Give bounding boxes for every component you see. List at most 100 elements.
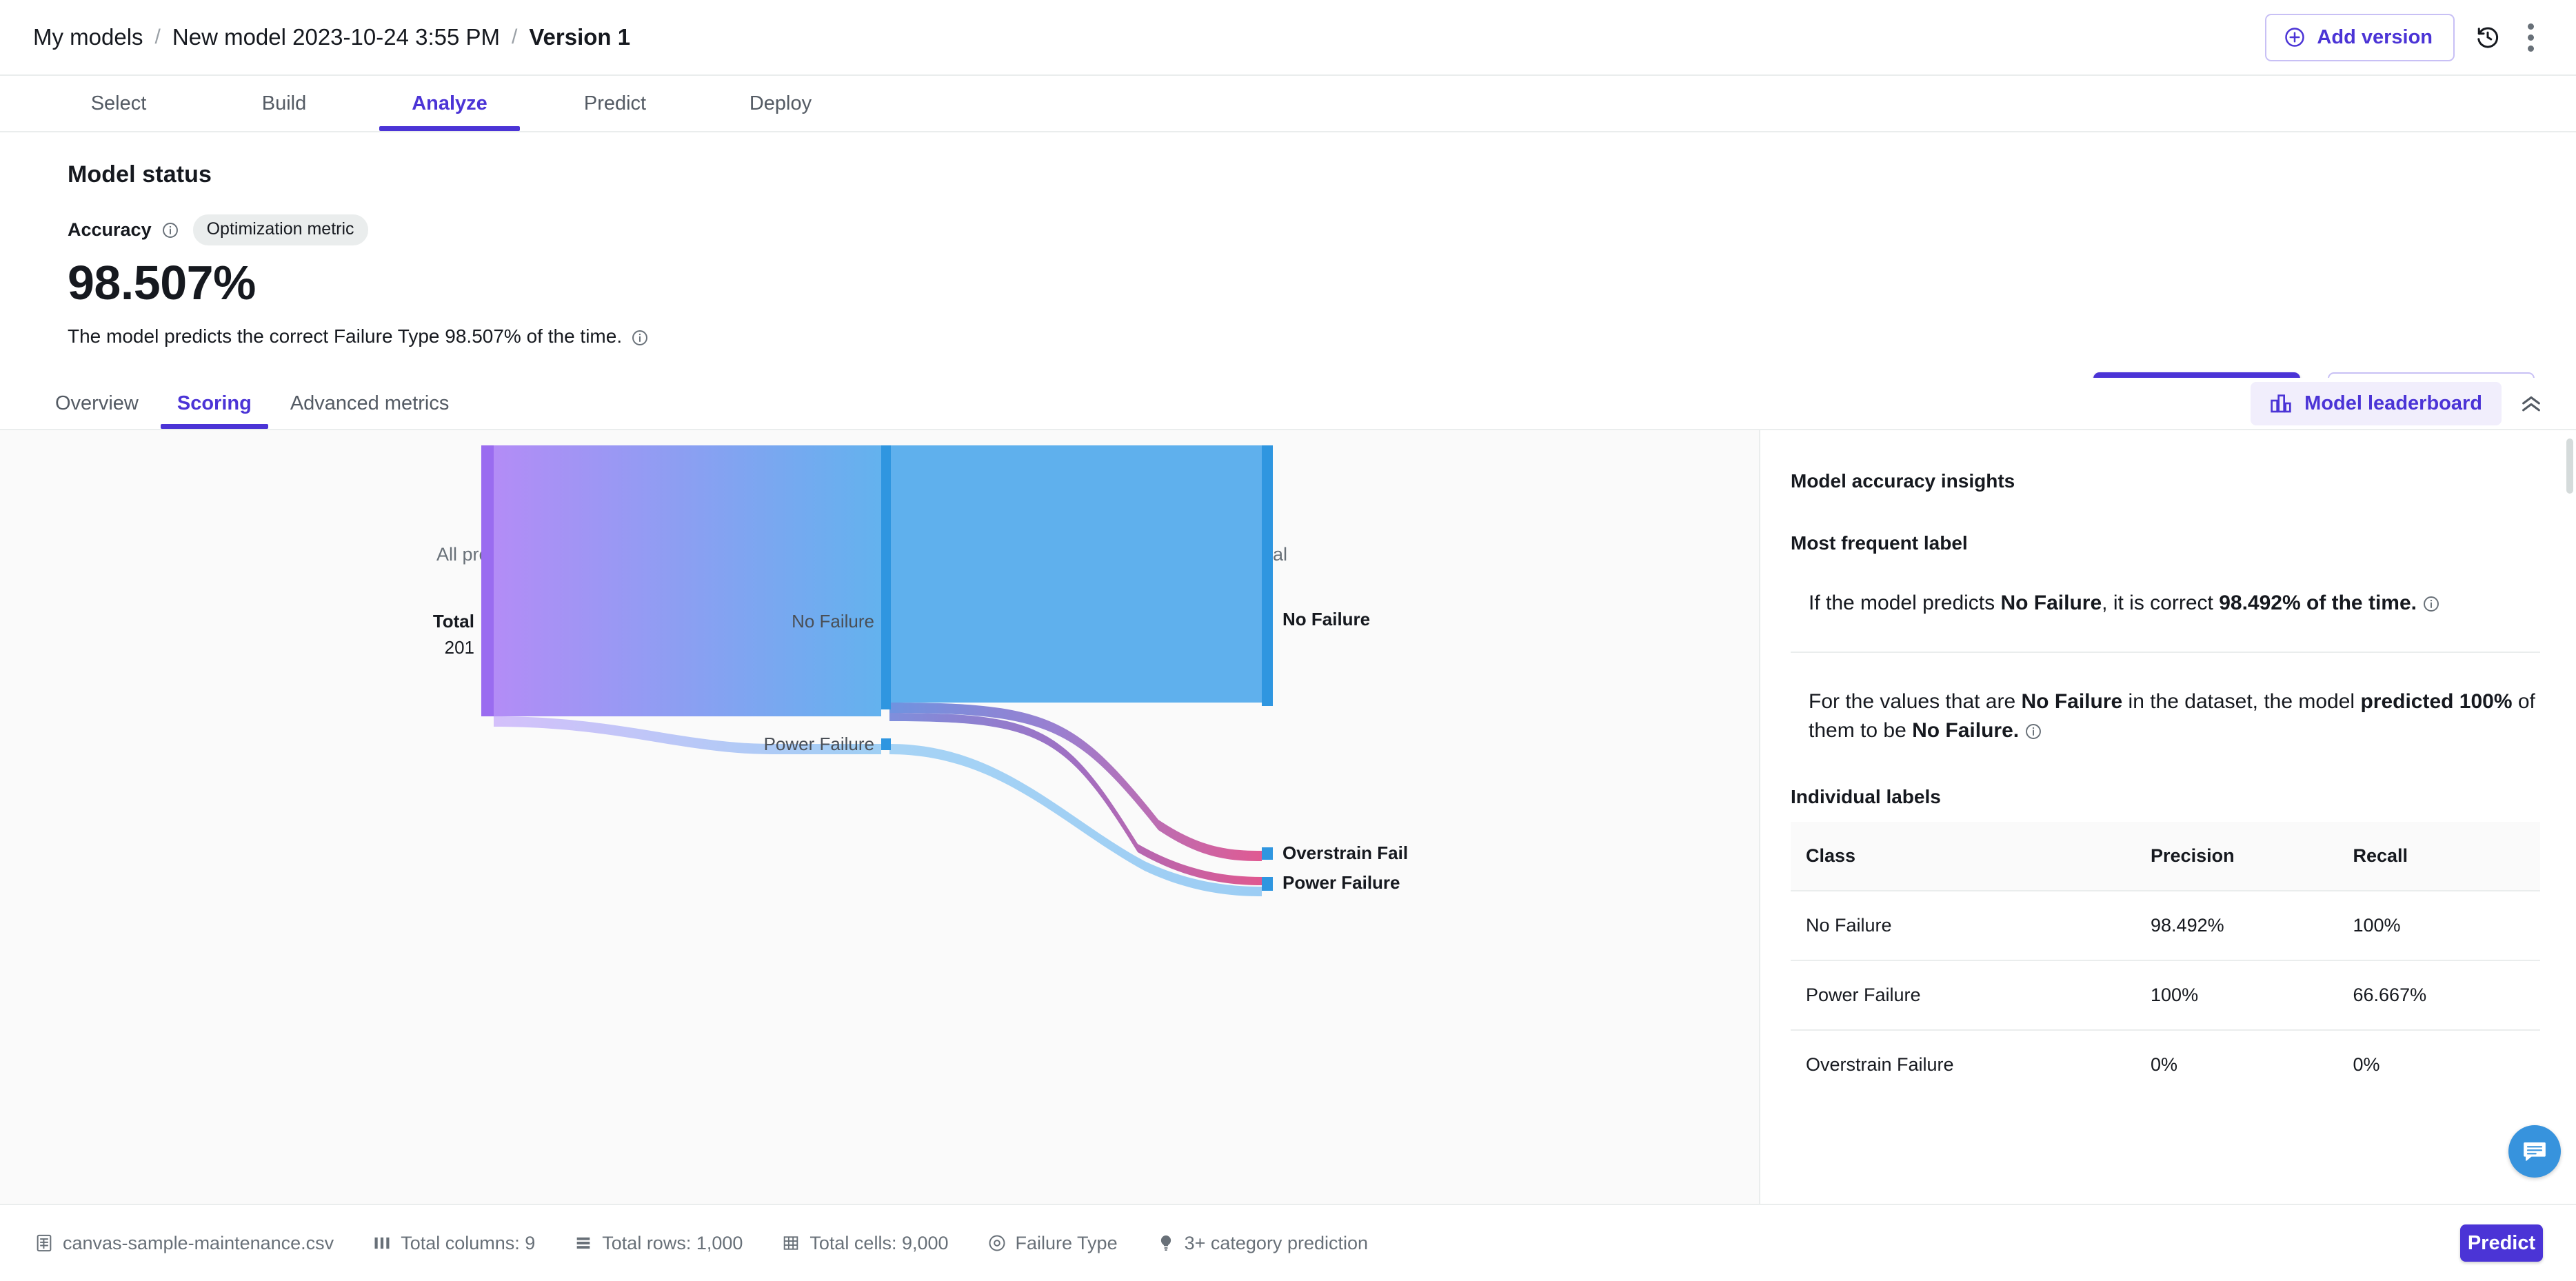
metric-row: Accuracy Optimization metric <box>68 214 2535 245</box>
footer-item-rows: Total rows: 1,000 <box>574 1233 743 1254</box>
cell-precision: 98.492% <box>2135 890 2338 961</box>
cell-recall: 0% <box>2353 1053 2380 1075</box>
sub-tabs-actions: Model leaderboard <box>2251 378 2576 429</box>
page-title: Model status <box>68 161 212 188</box>
breadcrumb-separator: / <box>154 26 161 48</box>
add-version-label: Add version <box>2317 26 2433 48</box>
footer-label-columns: Total columns: 9 <box>401 1232 536 1253</box>
footer-item-target: Failure Type <box>987 1233 1118 1254</box>
subtab-overview[interactable]: Overview <box>36 378 158 429</box>
chat-bubble-icon[interactable] <box>2508 1125 2561 1178</box>
cells-grid-icon <box>781 1233 801 1253</box>
top-bar: My models / New model 2023-10-24 3:55 PM… <box>0 0 2576 76</box>
insights-scrollbar[interactable] <box>2566 438 2573 494</box>
file-csv-icon <box>34 1233 54 1253</box>
tab-predict[interactable]: Predict <box>532 76 698 131</box>
most-frequent-label-heading: Most frequent label <box>1791 532 1968 554</box>
info-icon[interactable] <box>161 221 179 239</box>
tab-select[interactable]: Select <box>36 76 201 131</box>
subtab-advanced-metrics[interactable]: Advanced metrics <box>271 378 469 429</box>
sankey-node-actual-no-failure[interactable] <box>1262 445 1273 706</box>
sankey-label-actual-no-failure: No Failure <box>1282 609 1370 629</box>
bar-chart-icon <box>2270 393 2292 414</box>
insights-heading: Model accuracy insights <box>1791 470 2015 492</box>
kebab-menu-icon[interactable] <box>2521 18 2540 57</box>
insight-precision-card: If the model predicts No Failure, it is … <box>1791 589 2540 618</box>
footer-label-rows: Total rows: 1,000 <box>602 1232 743 1253</box>
tab-deploy[interactable]: Deploy <box>698 76 863 131</box>
sankey-diagram: Total 201 No Failure Power Failure No Fa… <box>433 445 1408 896</box>
content-area: Predicted vs. Actual All predictions Pre… <box>0 430 2576 1204</box>
footer-actions: Predict <box>2460 1224 2543 1262</box>
add-version-button[interactable]: Add version <box>2265 13 2455 61</box>
sankey-chart-pane: Predicted vs. Actual All predictions Pre… <box>0 430 1760 1204</box>
sankey-node-predicted-no-failure[interactable] <box>881 445 891 709</box>
footer-item-columns: Total columns: 9 <box>372 1233 535 1254</box>
sankey-node-total[interactable] <box>481 445 494 716</box>
plus-circle-icon <box>2284 27 2305 48</box>
insight-recall-bold: predicted 100% <box>2360 689 2513 713</box>
breadcrumb-item-model-name[interactable]: New model 2023-10-24 3:55 PM <box>172 24 500 50</box>
top-bar-actions: Add version <box>2265 13 2540 61</box>
insight-recall-middle: in the dataset, the model <box>2122 689 2361 713</box>
metric-explanation: The model predicts the correct Failure T… <box>68 325 2535 347</box>
metric-name-label: Accuracy <box>68 219 152 240</box>
accuracy-value: 98.507% <box>68 256 256 310</box>
column-header-recall: Recall <box>2337 821 2540 891</box>
insight-recall-label2: No Failure. <box>1912 719 2020 743</box>
rows-icon <box>574 1233 593 1253</box>
table-header-row: Class Precision Recall <box>1791 821 2540 891</box>
footer-predict-button[interactable]: Predict <box>2460 1224 2543 1262</box>
info-icon[interactable] <box>631 325 649 347</box>
footer-item-prediction-type: 3+ category prediction <box>1156 1233 1368 1254</box>
footer-item-cells: Total cells: 9,000 <box>781 1233 949 1254</box>
model-leaderboard-label: Model leaderboard <box>2304 392 2482 414</box>
table-row: Overstrain Failure 0% 0% <box>1791 1030 2540 1099</box>
tab-build[interactable]: Build <box>201 76 367 131</box>
insight-recall-card: For the values that are No Failure in th… <box>1791 687 2540 746</box>
footer-label-prediction-type: 3+ category prediction <box>1184 1232 1369 1253</box>
history-clock-icon[interactable] <box>2475 25 2500 50</box>
cell-class: No Failure <box>1791 890 2136 961</box>
target-icon <box>987 1233 1007 1253</box>
sankey-total-label: Total <box>433 611 474 632</box>
sankey-label-actual-power-failure: Power Failure <box>1282 872 1400 893</box>
column-header-class: Class <box>1791 821 2136 891</box>
footer-label-target: Failure Type <box>1015 1232 1118 1253</box>
sankey-label-predicted-power-failure: Power Failure <box>764 734 874 754</box>
tab-analyze[interactable]: Analyze <box>367 76 532 131</box>
model-accuracy-insights-pane: Model accuracy insights Most frequent la… <box>1760 430 2576 1204</box>
sankey-node-actual-overstrain-failure[interactable] <box>1262 847 1273 860</box>
app-root: My models / New model 2023-10-24 3:55 PM… <box>0 0 2576 1281</box>
cell-recall: 100% <box>2337 890 2540 961</box>
footer-label-dataset: canvas-sample-maintenance.csv <box>63 1232 334 1253</box>
sankey-node-predicted-power-failure[interactable] <box>881 738 891 750</box>
sankey-flow-predicted-nf-to-overstrain <box>889 703 1262 861</box>
model-leaderboard-button[interactable]: Model leaderboard <box>2251 381 2502 425</box>
metric-explanation-text: The model predicts the correct Failure T… <box>68 325 623 347</box>
sankey-node-actual-power-failure[interactable] <box>1262 877 1273 891</box>
lightbulb-icon <box>1156 1233 1176 1253</box>
individual-labels-heading: Individual labels <box>1791 785 1941 807</box>
stage-tabs: Select Build Analyze Predict Deploy <box>0 76 2576 132</box>
individual-labels-table: Class Precision Recall No Failure 98.492… <box>1791 821 2540 1099</box>
cell-precision: 100% <box>2135 960 2338 1031</box>
insight-recall-prefix: For the values that are <box>1809 689 2022 713</box>
chevron-double-up-icon[interactable] <box>2519 394 2543 412</box>
columns-icon <box>372 1233 392 1253</box>
info-icon[interactable] <box>2422 592 2440 614</box>
breadcrumb-item-version: Version 1 <box>529 24 631 50</box>
insight-precision-middle: , it is correct <box>2102 592 2220 614</box>
subtab-scoring[interactable]: Scoring <box>158 378 271 429</box>
insights-divider <box>1791 651 2540 653</box>
footer-item-dataset: canvas-sample-maintenance.csv <box>34 1233 334 1254</box>
info-icon[interactable] <box>2024 719 2042 742</box>
sankey-total-value: 201 <box>445 637 474 658</box>
sub-tabs: Overview Scoring Advanced metrics Model … <box>0 378 2576 430</box>
insight-precision-prefix: If the model predicts <box>1809 592 2001 614</box>
breadcrumb-separator: / <box>512 26 518 48</box>
cell-class: Overstrain Failure <box>1806 1053 1954 1075</box>
table-row: No Failure 98.492% 100% <box>1791 890 2540 961</box>
sankey-flow-predicted-nf-to-actual-nf <box>889 445 1262 703</box>
breadcrumb-item-my-models[interactable]: My models <box>33 24 143 50</box>
